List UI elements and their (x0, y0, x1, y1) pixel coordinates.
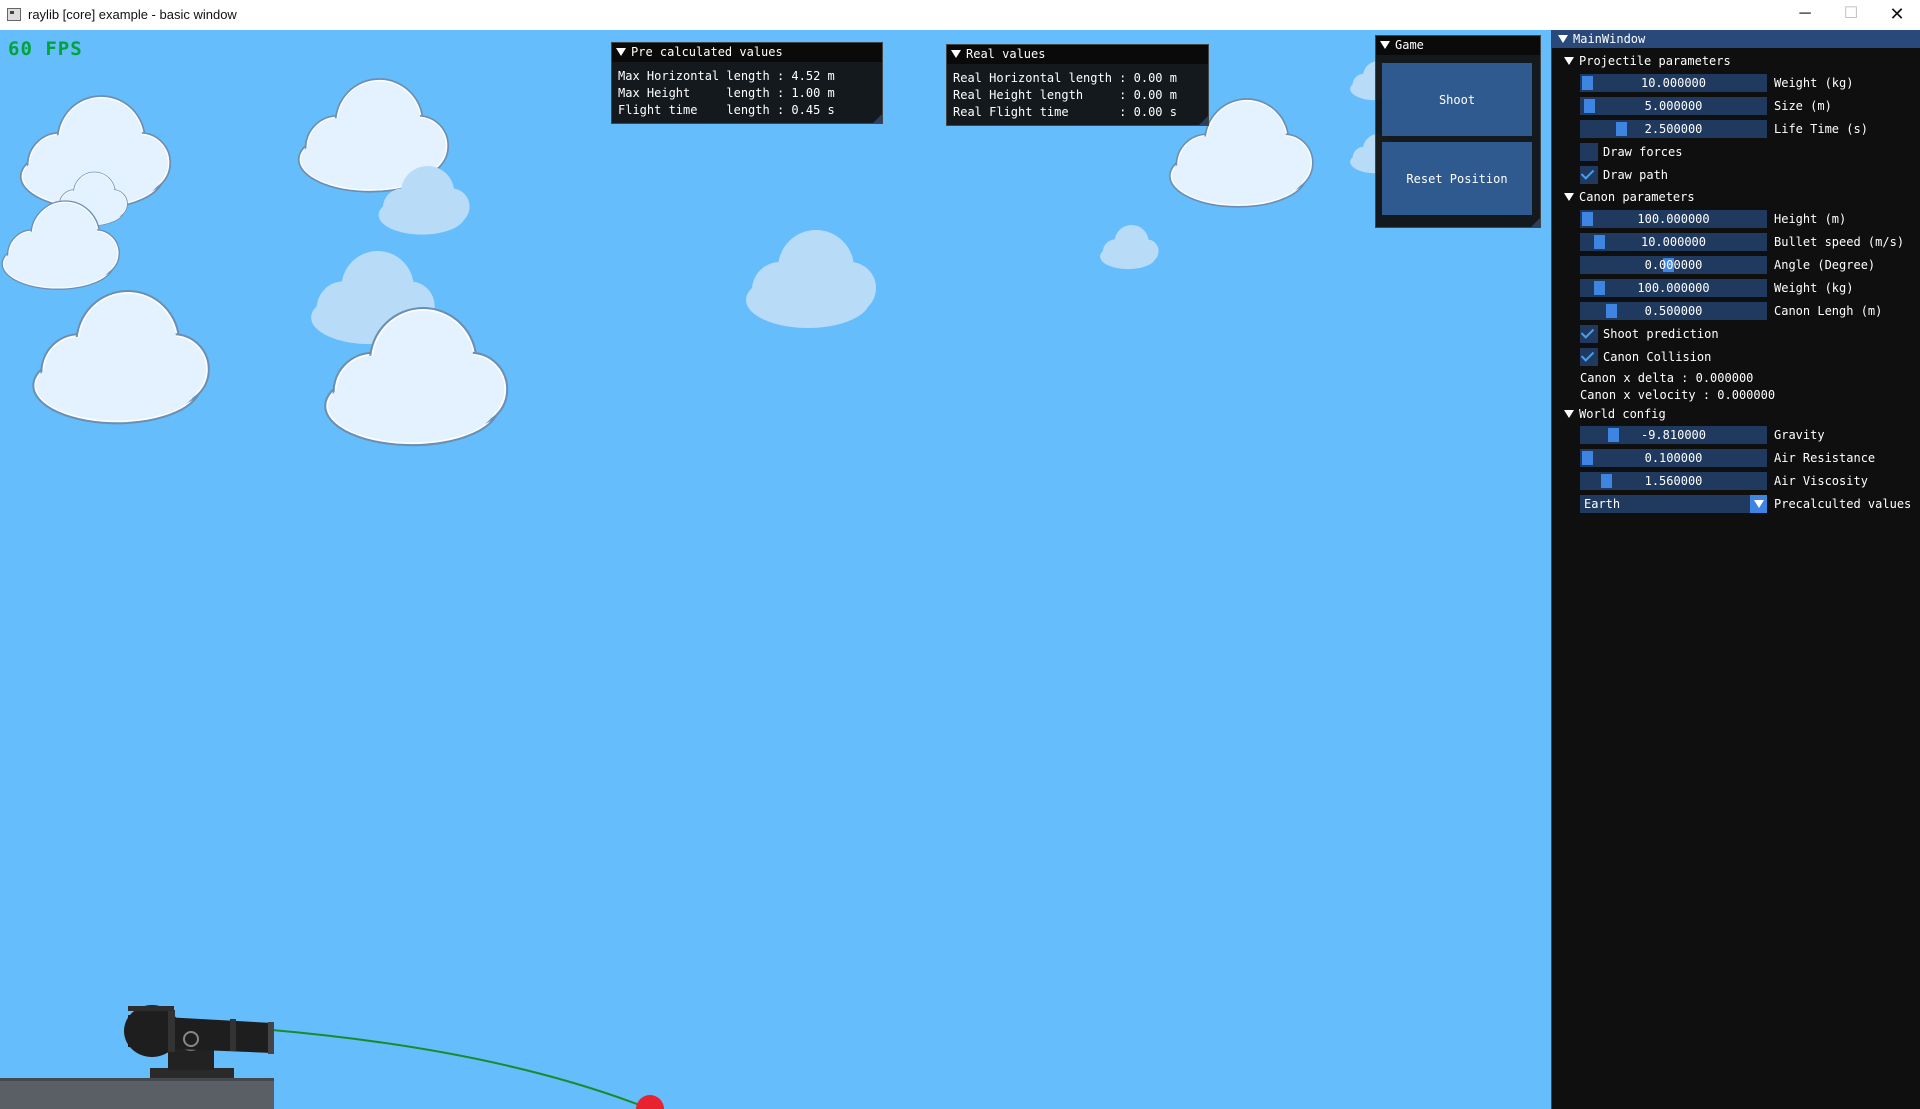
section-world-config[interactable]: World config (1564, 407, 1666, 421)
resize-grip[interactable] (1531, 218, 1540, 227)
slider-label: Angle (Degree) (1774, 258, 1876, 272)
canon-collision-checkbox[interactable] (1580, 348, 1598, 366)
section-projectile-parameters[interactable]: Projectile parameters (1564, 54, 1731, 68)
checkmark-icon (1580, 348, 1595, 362)
minimize-button[interactable]: ─ (1782, 0, 1828, 30)
slider-label: Life Time (s) (1774, 122, 1868, 136)
collapse-arrow-icon[interactable] (616, 47, 626, 56)
app-icon (7, 8, 21, 21)
slider-label: Canon Lengh (m) (1774, 304, 1883, 318)
collapse-arrow-icon[interactable] (1564, 409, 1574, 418)
canon-weight-slider[interactable]: 100.000000 (1580, 279, 1767, 297)
checkbox-label: Shoot prediction (1603, 327, 1719, 341)
checkmark-icon (1580, 166, 1595, 180)
scene-graphics (0, 61, 1403, 1109)
real-line: Real Flight time : 0.00 s (953, 105, 1177, 119)
ground-platform (0, 1078, 274, 1109)
canon-x-velocity-text: Canon x velocity : 0.000000 (1580, 388, 1776, 402)
shoot-button[interactable]: Shoot (1382, 63, 1532, 136)
combo-label: Precalculted values (1774, 497, 1912, 511)
slider-label: Height (m) (1774, 212, 1847, 226)
slider-label: Air Resistance (1774, 451, 1876, 465)
projectile (636, 1095, 664, 1109)
slider-label: Gravity (1774, 428, 1825, 442)
cloud (746, 230, 876, 328)
projectile-lifetime-slider[interactable]: 2.500000 (1580, 120, 1767, 138)
precalc-window[interactable]: Pre calculated values Max Horizontal len… (611, 42, 883, 124)
projectile-size-slider[interactable]: 5.000000 (1580, 97, 1767, 115)
main-window[interactable]: MainWindow Projectile parameters 10.0000… (1551, 30, 1920, 1109)
real-values-window-header[interactable]: Real values (947, 45, 1208, 64)
precalc-line: Max Height length : 1.00 m (618, 86, 835, 100)
checkbox-label: Draw path (1603, 168, 1669, 182)
air-viscosity-slider[interactable]: 1.560000 (1580, 472, 1767, 490)
precalc-line: Max Horizontal length : 4.52 m (618, 69, 835, 83)
close-button[interactable]: ✕ (1874, 0, 1920, 30)
checkbox-label: Canon Collision (1603, 350, 1712, 364)
draw-path-checkbox[interactable] (1580, 166, 1598, 184)
slider-label: Weight (kg) (1774, 76, 1854, 90)
ground-platform-top (0, 1078, 274, 1081)
real-line: Real Horizontal length : 0.00 m (953, 71, 1177, 85)
game-window-header[interactable]: Game (1376, 36, 1540, 55)
main-window-header[interactable]: MainWindow (1552, 30, 1920, 48)
resize-grip[interactable] (873, 114, 882, 123)
checkbox-label: Draw forces (1603, 145, 1683, 159)
slider-label: Air Viscosity (1774, 474, 1868, 488)
title-bar: raylib [core] example - basic window ─ ☐… (0, 0, 1920, 30)
trajectory-path (271, 1029, 651, 1109)
bullet-speed-slider[interactable]: 10.000000 (1580, 233, 1767, 251)
air-resistance-slider[interactable]: 0.100000 (1580, 449, 1767, 467)
canon-height-slider[interactable]: 100.000000 (1580, 210, 1767, 228)
collapse-arrow-icon[interactable] (951, 49, 961, 58)
resize-grip[interactable] (1199, 116, 1208, 125)
precalc-window-header[interactable]: Pre calculated values (612, 43, 882, 62)
collapse-arrow-icon[interactable] (1564, 192, 1574, 201)
collapse-arrow-icon[interactable] (1564, 56, 1574, 65)
precalculated-values-combo[interactable]: Earth (1580, 495, 1767, 513)
fps-counter: 60 FPS (8, 38, 83, 60)
cannon (124, 1005, 274, 1078)
checkmark-icon (1580, 325, 1595, 339)
cloud (1100, 225, 1159, 270)
canon-x-delta-text: Canon x delta : 0.000000 (1580, 371, 1754, 385)
canon-length-slider[interactable]: 0.500000 (1580, 302, 1767, 320)
window-title: raylib [core] example - basic window (28, 7, 237, 22)
reset-position-button[interactable]: Reset Position (1382, 142, 1532, 215)
chevron-down-icon[interactable] (1750, 495, 1767, 513)
slider-label: Size (m) (1774, 99, 1832, 113)
gravity-slider[interactable]: -9.810000 (1580, 426, 1767, 444)
precalc-line: Flight time length : 0.45 s (618, 103, 835, 117)
angle-slider[interactable]: 0.000000 (1580, 256, 1767, 274)
cloud (32, 289, 210, 425)
draw-forces-checkbox[interactable] (1580, 143, 1598, 161)
projectile-weight-slider[interactable]: 10.000000 (1580, 74, 1767, 92)
section-canon-parameters[interactable]: Canon parameters (1564, 190, 1695, 204)
game-viewport[interactable]: 60 FPS (0, 30, 1551, 1109)
combo-value: Earth (1584, 497, 1621, 511)
real-values-window[interactable]: Real values Real Horizontal length : 0.0… (946, 44, 1209, 126)
maximize-button[interactable]: ☐ (1828, 0, 1874, 30)
collapse-arrow-icon[interactable] (1380, 40, 1390, 49)
slider-label: Weight (kg) (1774, 281, 1854, 295)
slider-label: Bullet speed (m/s) (1774, 235, 1905, 249)
shoot-prediction-checkbox[interactable] (1580, 325, 1598, 343)
game-window[interactable]: Game Shoot Reset Position (1375, 35, 1541, 228)
collapse-arrow-icon[interactable] (1558, 34, 1568, 43)
real-line: Real Height length : 0.00 m (953, 88, 1177, 102)
